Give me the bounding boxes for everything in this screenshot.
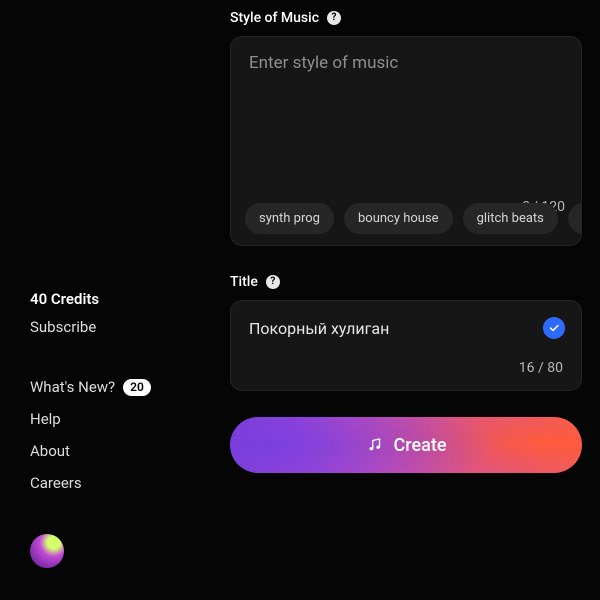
help-icon[interactable]: ? (327, 11, 341, 25)
check-icon[interactable] (543, 317, 565, 339)
credits-label: 40 Credits (30, 290, 151, 308)
about-link[interactable]: About (30, 442, 151, 460)
whats-new-badge: 20 (123, 379, 151, 396)
main-panel: Style of Music ? Enter style of music 0 … (230, 10, 582, 473)
whats-new-link[interactable]: What's New? 20 (30, 378, 151, 396)
title-section-label: Title ? (230, 274, 582, 290)
style-tag[interactable]: bouncy house (344, 203, 453, 234)
style-tag[interactable]: synth prog (245, 203, 334, 234)
subscribe-link[interactable]: Subscribe (30, 318, 151, 336)
careers-link[interactable]: Careers (30, 474, 151, 492)
style-tag[interactable]: sy (568, 203, 581, 234)
avatar[interactable] (30, 534, 64, 568)
title-card: Покорный хулиган 16 / 80 (230, 300, 582, 391)
style-card: Enter style of music 0 / 120 synth prog … (230, 36, 582, 246)
help-link[interactable]: Help (30, 410, 151, 428)
sidebar: 40 Credits Subscribe What's New? 20 Help… (30, 290, 151, 492)
style-section-label: Style of Music ? (230, 10, 582, 26)
create-button[interactable]: Create (230, 417, 582, 473)
style-tag-row: synth prog bouncy house glitch beats sy (231, 191, 581, 245)
style-placeholder: Enter style of music (249, 53, 398, 73)
title-label-text: Title (230, 274, 258, 290)
style-label-text: Style of Music (230, 10, 319, 26)
title-counter: 16 / 80 (249, 360, 563, 376)
sparkle-note-icon (366, 436, 384, 454)
style-tag[interactable]: glitch beats (463, 203, 558, 234)
title-input[interactable]: Покорный хулиган (249, 319, 563, 338)
help-icon[interactable]: ? (266, 275, 280, 289)
whats-new-label: What's New? (30, 378, 115, 396)
create-label: Create (394, 435, 447, 456)
